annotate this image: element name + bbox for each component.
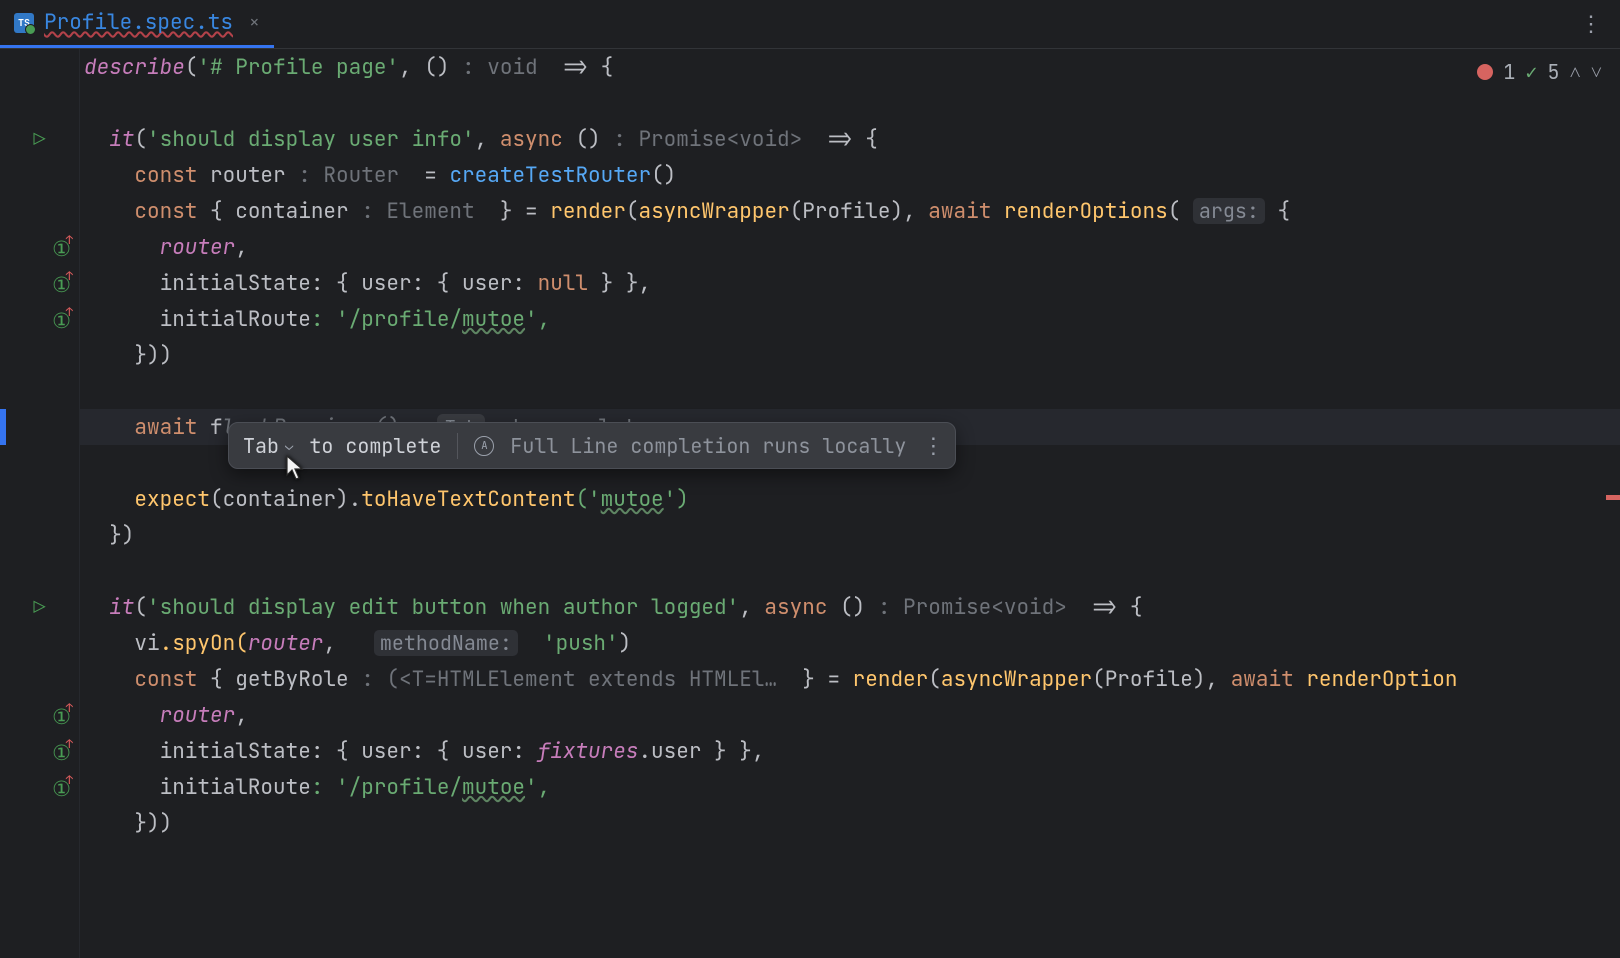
run-test-icon[interactable]: ▷ — [34, 126, 46, 152]
code-line[interactable]: router, — [80, 697, 1620, 733]
ai-local-icon: A — [474, 436, 494, 456]
close-tab-icon[interactable]: × — [249, 11, 260, 34]
file-tab[interactable]: TS Profile.spec.ts × — [0, 0, 274, 48]
code-line[interactable]: describe('# Profile page', () : void => … — [80, 49, 1620, 85]
arrow-up-icon: ↑ — [66, 268, 73, 284]
chevron-down-icon[interactable]: ⌄ — [285, 437, 293, 455]
code-line[interactable]: router, — [80, 229, 1620, 265]
editor: 1 ✓ 5 ˄ ˅ ▷ ①↑ ①↑ ①↑ ▷ ①↑ ①↑ ①↑ descr — [0, 49, 1620, 958]
code-line[interactable]: }) — [80, 517, 1620, 553]
code-line[interactable]: })) — [80, 805, 1620, 841]
tooltip-tab-label: Tab — [243, 433, 279, 459]
code-line[interactable] — [80, 373, 1620, 409]
code-line[interactable] — [80, 85, 1620, 121]
code-area[interactable]: describe('# Profile page', () : void => … — [80, 49, 1620, 958]
code-line[interactable]: initialState: { user: { user: null } }, — [80, 265, 1620, 301]
caret-line-indicator — [0, 409, 6, 445]
code-line[interactable]: expect(container).toHaveTextContent('mut… — [80, 481, 1620, 517]
inlay-hint: args: — [1193, 198, 1265, 224]
inlay-hint: methodName: — [374, 630, 518, 656]
code-line[interactable]: const router : Router = createTestRouter… — [80, 157, 1620, 193]
arrow-up-icon: ↑ — [66, 304, 73, 320]
code-line[interactable]: initialRoute: '/profile/mutoe', — [80, 301, 1620, 337]
code-line[interactable]: initialRoute: '/profile/mutoe', — [80, 769, 1620, 805]
run-test-icon[interactable]: ▷ — [34, 594, 46, 620]
arrow-up-icon: ↑ — [66, 232, 73, 248]
arrow-up-icon: ↑ — [66, 736, 73, 752]
code-line[interactable]: it('should display user info', async () … — [80, 121, 1620, 157]
tooltip-subtitle: Full Line completion runs locally — [510, 433, 906, 459]
arrow-up-icon: ↑ — [66, 700, 73, 716]
code-line[interactable]: vi.spyOn(router, methodName: 'push') — [80, 625, 1620, 661]
file-tab-label: Profile.spec.ts — [44, 9, 233, 36]
code-line[interactable]: it('should display edit button when auth… — [80, 589, 1620, 625]
code-line[interactable]: const { container : Element } = render(a… — [80, 193, 1620, 229]
tooltip-separator — [457, 433, 458, 459]
code-line[interactable] — [80, 553, 1620, 589]
arrow-up-icon: ↑ — [66, 772, 73, 788]
completion-tooltip[interactable]: Tab ⌄ to complete A Full Line completion… — [228, 422, 956, 469]
editor-tabbar: TS Profile.spec.ts × ⋮ — [0, 0, 1620, 49]
typescript-file-icon: TS — [14, 13, 34, 33]
code-line[interactable]: initialState: { user: { user: fixtures.u… — [80, 733, 1620, 769]
gutter: ▷ ①↑ ①↑ ①↑ ▷ ①↑ ①↑ ①↑ — [0, 49, 80, 958]
code-line[interactable]: })) — [80, 337, 1620, 373]
code-line[interactable]: const { getByRole : (<T=HTMLElement exte… — [80, 661, 1620, 697]
tooltip-to-complete: to complete — [309, 433, 441, 459]
